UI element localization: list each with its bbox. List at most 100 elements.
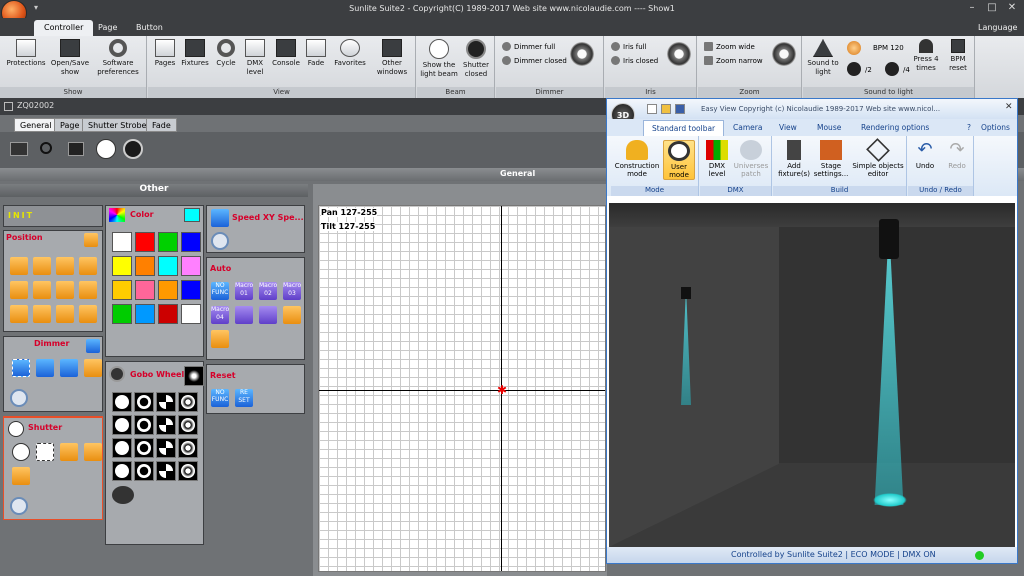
gobo-preset[interactable] <box>134 392 154 412</box>
tab-controller[interactable]: Controller <box>34 20 94 36</box>
shutter-closed-button[interactable]: Shutter closed <box>459 39 493 79</box>
screen-icon[interactable] <box>10 142 28 156</box>
gobo-preset[interactable] <box>112 438 132 458</box>
dimmer-speed-knob[interactable] <box>10 389 28 407</box>
dimmer-preset-4[interactable] <box>84 359 102 377</box>
xy-cursor-icon[interactable]: ✱ <box>497 384 507 396</box>
init-panel[interactable]: INIT <box>3 205 103 227</box>
layout-icon[interactable] <box>68 142 84 156</box>
redo-button[interactable]: ↷ Redo <box>942 140 972 171</box>
position-preset[interactable] <box>56 305 74 323</box>
small-fixture-icon[interactable] <box>681 287 691 299</box>
color-swatch[interactable] <box>112 256 132 276</box>
position-preset[interactable] <box>56 257 74 275</box>
gobo-preset[interactable] <box>112 415 132 435</box>
color-swatch[interactable] <box>112 304 132 324</box>
position-preset[interactable] <box>79 257 97 275</box>
auto-no-func[interactable]: NO FUNC <box>211 282 229 300</box>
new-icon[interactable] <box>647 104 657 114</box>
dimmer-preset-3[interactable] <box>60 359 78 377</box>
tab-rendering-options[interactable]: Rendering options <box>853 120 937 136</box>
undo-button[interactable]: ↶ Undo <box>910 140 940 171</box>
gobo-preset[interactable] <box>156 438 176 458</box>
tab-page[interactable]: Page <box>88 20 127 36</box>
tab-fade[interactable]: Fade <box>146 118 177 132</box>
black-circle-button[interactable] <box>123 139 143 159</box>
shutter-preset-4[interactable] <box>84 443 102 461</box>
position-preset[interactable] <box>79 281 97 299</box>
options-menu[interactable]: Options <box>973 120 1018 136</box>
console-button[interactable]: Console <box>269 39 303 68</box>
position-preset[interactable] <box>33 257 51 275</box>
add-fixtures-button[interactable]: Add fixture(s) <box>775 140 813 178</box>
div2-button[interactable] <box>847 62 861 76</box>
user-mode-button[interactable]: User mode <box>663 140 695 180</box>
div4-button[interactable] <box>885 62 899 76</box>
color-swatch[interactable] <box>158 280 178 300</box>
dimmer-preset-1[interactable] <box>12 359 30 377</box>
gobo-preset[interactable] <box>178 415 198 435</box>
tab-page-doc[interactable]: Page <box>54 118 86 132</box>
shutter-preset-5[interactable] <box>12 467 30 485</box>
simple-objects-editor-button[interactable]: Simple objects editor <box>851 138 905 178</box>
cycle-button[interactable]: Cycle <box>212 39 240 68</box>
reset-button[interactable]: RE SET <box>235 389 253 407</box>
universes-patch-button[interactable]: Universes patch <box>732 140 770 178</box>
speed-knob[interactable] <box>211 232 229 250</box>
tab-mouse[interactable]: Mouse <box>809 120 849 136</box>
position-preset[interactable] <box>10 281 28 299</box>
macro-04[interactable]: Macro 04 <box>211 306 229 324</box>
open-icon[interactable] <box>661 104 671 114</box>
color-swatch[interactable] <box>135 256 155 276</box>
auto-sound-icon[interactable] <box>235 306 253 324</box>
pages-button[interactable]: Pages <box>152 39 178 68</box>
dimmer-preset-2[interactable] <box>36 359 54 377</box>
position-preset[interactable] <box>10 305 28 323</box>
other-windows-button[interactable]: Other windows <box>372 39 412 77</box>
xy-pad[interactable]: Pan 127-255 Tilt 127-255 ✱ <box>318 205 606 572</box>
zoom-narrow-button[interactable]: Zoom narrow <box>704 56 763 65</box>
save-icon[interactable] <box>675 104 685 114</box>
zoom-knob[interactable] <box>772 42 796 66</box>
color-current-swatch[interactable] <box>184 208 200 222</box>
color-swatch[interactable] <box>181 280 201 300</box>
favorites-button[interactable]: Favorites <box>330 39 370 68</box>
macro-02[interactable]: Macro 02 <box>259 282 277 300</box>
minimize-icon[interactable]: – <box>965 2 979 15</box>
shutter-speed-knob[interactable] <box>10 497 28 515</box>
tab-standard-toolbar[interactable]: Standard toolbar <box>643 120 725 136</box>
fixtures-button[interactable]: Fixtures <box>179 39 211 68</box>
macro-01[interactable]: Macro 01 <box>235 282 253 300</box>
stage-settings-button[interactable]: Stage settings... <box>813 140 849 178</box>
shutter-preset-2[interactable] <box>36 443 54 461</box>
gobo-preset[interactable] <box>156 415 176 435</box>
tab-view[interactable]: View <box>771 120 805 136</box>
bpm-reset-button[interactable]: BPM reset <box>943 39 973 73</box>
color-swatch[interactable] <box>135 304 155 324</box>
close-icon[interactable]: ✕ <box>1005 2 1019 15</box>
search-icon[interactable] <box>40 142 52 154</box>
gobo-preset[interactable] <box>112 461 132 481</box>
auto-extra-icon[interactable] <box>211 330 229 348</box>
shutter-preset-3[interactable] <box>60 443 78 461</box>
iris-full-button[interactable]: Iris full <box>611 42 647 51</box>
show-light-beam-button[interactable]: Show the light beam <box>419 39 459 79</box>
reset-no-func[interactable]: NO FUNC <box>211 389 229 407</box>
dimmer-options-icon[interactable] <box>86 339 100 353</box>
position-preset[interactable] <box>33 305 51 323</box>
software-preferences-button[interactable]: Software preferences <box>93 39 143 77</box>
dimmer-full-button[interactable]: Dimmer full <box>502 42 555 51</box>
color-swatch[interactable] <box>158 304 178 324</box>
maximize-icon[interactable]: □ <box>985 2 999 15</box>
position-options-icon[interactable] <box>84 233 98 247</box>
tab-shutter-strobe[interactable]: Shutter Strobe <box>82 118 153 132</box>
gobo-preset[interactable] <box>134 438 154 458</box>
position-preset[interactable] <box>10 257 28 275</box>
color-swatch[interactable] <box>158 232 178 252</box>
position-preset[interactable] <box>33 281 51 299</box>
fade-button[interactable]: Fade <box>303 39 329 68</box>
open-save-show-button[interactable]: Open/Save show <box>48 39 92 77</box>
gobo-preset[interactable] <box>178 461 198 481</box>
dimmer-knob[interactable] <box>570 42 594 66</box>
color-swatch[interactable] <box>135 232 155 252</box>
